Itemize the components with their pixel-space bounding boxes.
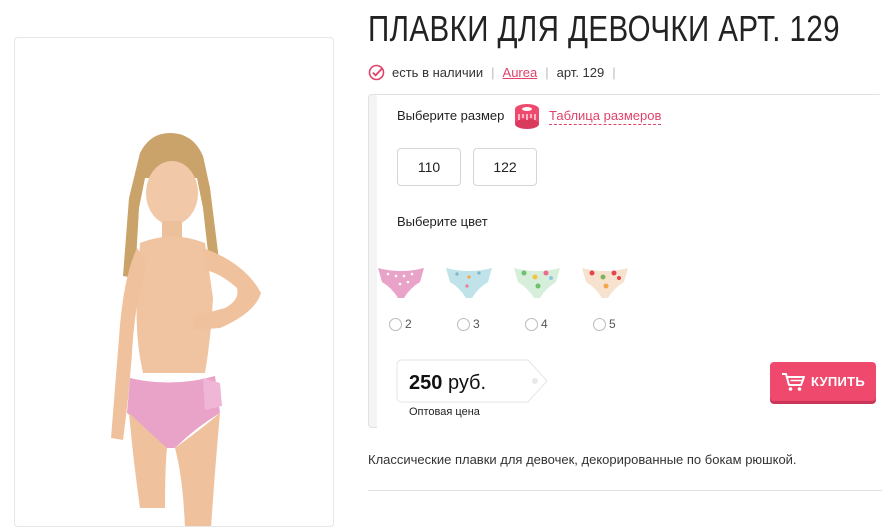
product-title: ПЛАВКИ ДЛЯ ДЕВОЧКИ АРТ. 129 (368, 8, 841, 49)
price-value: 250 руб. (409, 372, 486, 395)
color-option-label: 3 (473, 317, 480, 331)
size-table-link[interactable]: Таблица размеров (549, 108, 662, 125)
cart-icon (781, 372, 805, 391)
color-swatch-pink[interactable] (374, 262, 428, 302)
product-image-frame[interactable] (14, 37, 334, 527)
color-swatch-red-floral[interactable] (578, 262, 632, 302)
radio-circle[interactable] (525, 317, 538, 331)
in-stock-check-icon (368, 64, 385, 81)
color-swatch-light-blue[interactable] (442, 262, 496, 302)
color-radio-4[interactable]: 4 (525, 317, 548, 331)
section-divider (368, 490, 882, 491)
product-meta: есть в наличии | Aurea | арт. 129 | (368, 64, 624, 81)
size-option-122[interactable]: 122 (473, 148, 537, 186)
buy-button[interactable]: КУПИТЬ (770, 362, 876, 401)
color-picker-label: Выберите цвет (397, 214, 488, 229)
size-picker-label: Выберите размер (397, 108, 505, 123)
color-option-label: 4 (541, 317, 548, 331)
meta-separator: | (545, 65, 549, 80)
price-amount: 250 (409, 372, 443, 394)
price-currency: руб. (447, 372, 487, 394)
meta-separator: | (491, 65, 495, 80)
radio-circle[interactable] (389, 317, 402, 331)
price-note: Оптовая цена (409, 406, 480, 418)
color-option-label: 2 (405, 317, 412, 331)
radio-circle[interactable] (593, 317, 606, 331)
product-description: Классические плавки для девочек, декорир… (368, 452, 797, 467)
product-photo (111, 133, 261, 526)
article-number: арт. 129 (556, 65, 605, 80)
measuring-tape-icon[interactable] (513, 102, 541, 130)
size-option-110[interactable]: 110 (397, 148, 461, 186)
brand-link[interactable]: Aurea (503, 65, 538, 80)
color-radio-5[interactable]: 5 (593, 317, 616, 331)
color-option-label: 5 (609, 317, 616, 331)
meta-separator: | (612, 65, 616, 80)
color-radio-3[interactable]: 3 (457, 317, 480, 331)
buy-button-label: КУПИТЬ (810, 374, 866, 389)
color-swatch-green-floral[interactable] (510, 262, 564, 302)
availability-status: есть в наличии (392, 65, 484, 80)
color-radio-2[interactable]: 2 (389, 317, 412, 331)
zoom-icon[interactable] (15, 38, 65, 88)
radio-circle[interactable] (457, 317, 470, 331)
